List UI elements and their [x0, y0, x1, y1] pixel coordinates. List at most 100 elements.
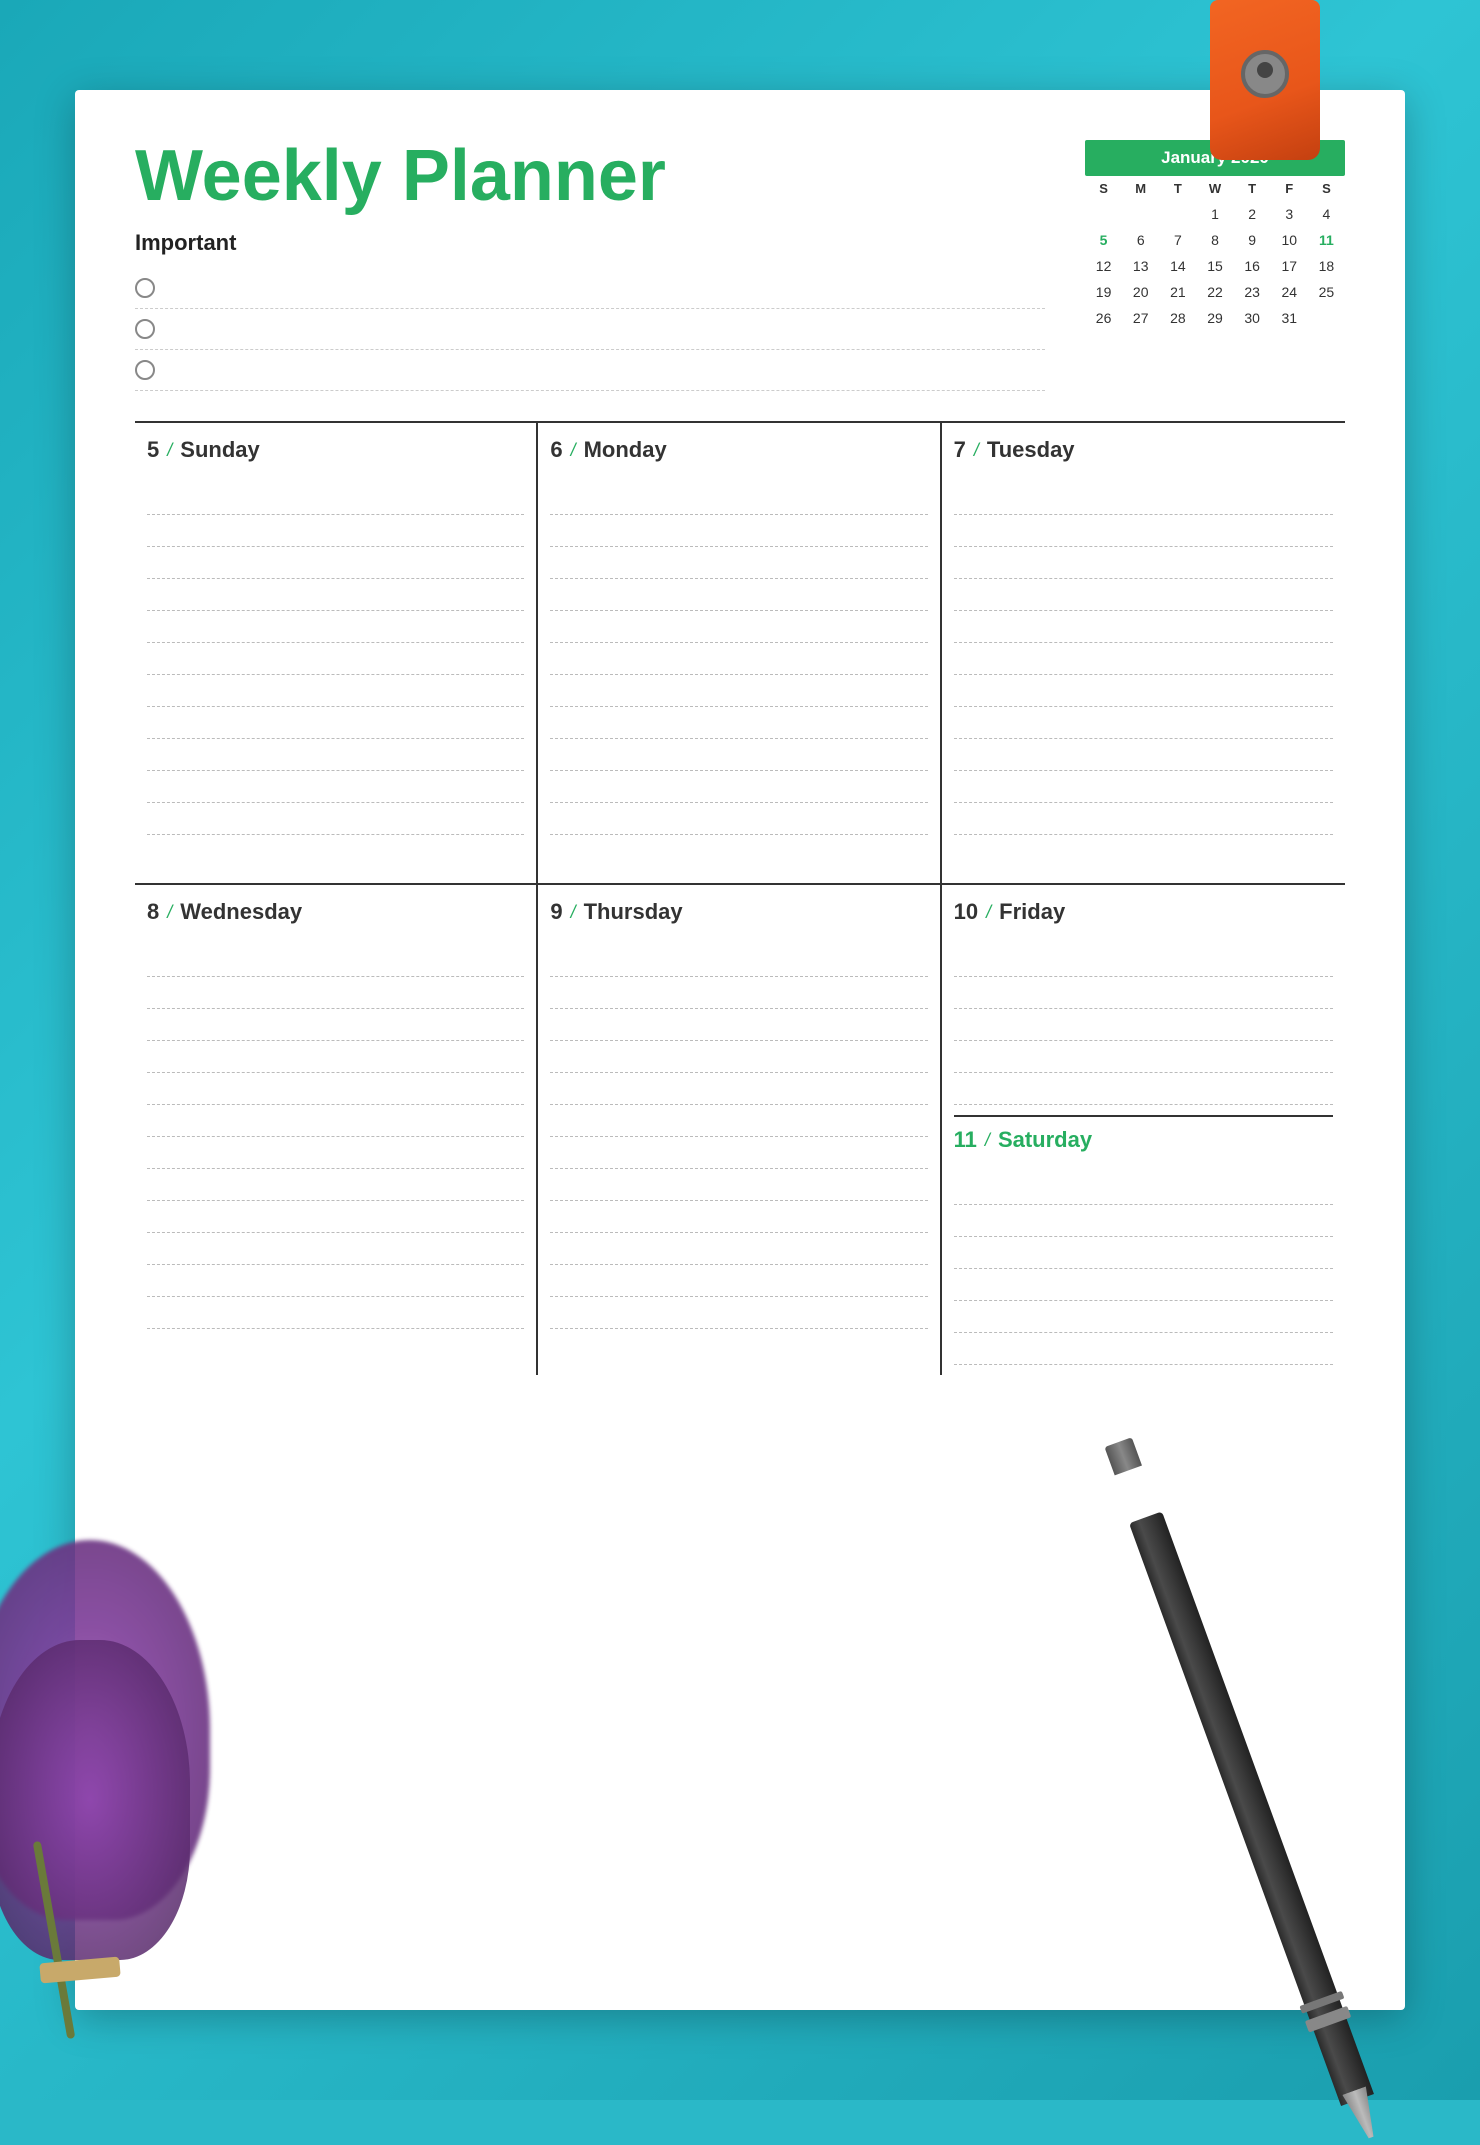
line [954, 1073, 1333, 1105]
day-cell-tuesday: 7 / Tuesday [942, 423, 1345, 883]
cal-day-12: 12 [1085, 253, 1122, 279]
day-cell-friday-saturday: 10 / Friday 11 / [942, 885, 1345, 1375]
line [550, 1233, 927, 1265]
line [954, 547, 1333, 579]
line [147, 1041, 524, 1073]
cal-day-7: 7 [1159, 227, 1196, 253]
cal-day-30: 30 [1234, 305, 1271, 331]
days-section: 5 / Sunday [135, 421, 1345, 1375]
cal-header-s1: S [1085, 176, 1122, 201]
cal-header-m: M [1122, 176, 1159, 201]
cal-day-11: 11 [1308, 227, 1345, 253]
line [147, 803, 524, 835]
day-lines-thursday [550, 945, 927, 1329]
line [147, 945, 524, 977]
line [550, 1009, 927, 1041]
line [550, 547, 927, 579]
day-slash-monday: / [571, 440, 576, 461]
day-slash-thursday: / [571, 902, 576, 923]
line [550, 1041, 927, 1073]
cal-day-1: 1 [1196, 201, 1233, 227]
cal-day-27: 27 [1122, 305, 1159, 331]
day-slash-wednesday: / [167, 902, 172, 923]
cal-day-21: 21 [1159, 279, 1196, 305]
line [550, 1105, 927, 1137]
day-lines-friday [954, 945, 1333, 1105]
cal-day-28: 28 [1159, 305, 1196, 331]
title-section: Weekly Planner Important [135, 140, 1045, 391]
day-header-monday: 6 / Monday [550, 437, 927, 469]
line [147, 1169, 524, 1201]
item-line-3 [167, 369, 1045, 371]
day-header-friday: 10 / Friday [954, 899, 1333, 931]
flower-bunch-secondary [0, 1640, 190, 1960]
day-cell-wednesday: 8 / Wednesday [135, 885, 538, 1375]
cal-week-2: 5 6 7 8 9 10 11 [1085, 227, 1345, 253]
line [147, 643, 524, 675]
line [550, 707, 927, 739]
line [147, 611, 524, 643]
cal-week-5: 26 27 28 29 30 31 [1085, 305, 1345, 331]
line [147, 579, 524, 611]
line [147, 1137, 524, 1169]
day-header-wednesday: 8 / Wednesday [147, 899, 524, 931]
day-name-thursday: Thursday [584, 899, 683, 925]
line [147, 1297, 524, 1329]
line [147, 771, 524, 803]
day-header-tuesday: 7 / Tuesday [954, 437, 1333, 469]
cal-day-3: 3 [1271, 201, 1308, 227]
line [550, 1297, 927, 1329]
cal-week-1: 1 2 3 4 [1085, 201, 1345, 227]
line [954, 515, 1333, 547]
day-cell-monday: 6 / Monday [538, 423, 941, 883]
cal-header-t2: T [1234, 176, 1271, 201]
day-slash-friday: / [986, 902, 991, 923]
cal-day-24: 24 [1271, 279, 1308, 305]
checkbox-circle-1[interactable] [135, 278, 155, 298]
cal-day-14: 14 [1159, 253, 1196, 279]
line [954, 579, 1333, 611]
cal-day-19: 19 [1085, 279, 1122, 305]
day-num-sunday: 5 [147, 437, 159, 463]
line [954, 739, 1333, 771]
line [954, 1301, 1333, 1333]
cal-header-f: F [1271, 176, 1308, 201]
line [147, 707, 524, 739]
cal-day-empty-3 [1159, 201, 1196, 227]
line [147, 483, 524, 515]
cal-header-t1: T [1159, 176, 1196, 201]
line [954, 611, 1333, 643]
line [550, 1201, 927, 1233]
line [550, 977, 927, 1009]
line [147, 1009, 524, 1041]
day-lines-wednesday [147, 945, 524, 1329]
days-row-2: 8 / Wednesday [135, 883, 1345, 1375]
line [954, 771, 1333, 803]
day-header-thursday: 9 / Thursday [550, 899, 927, 931]
line [954, 977, 1333, 1009]
lavender-flowers [0, 1540, 250, 2040]
day-num-friday: 10 [954, 899, 978, 925]
line [147, 977, 524, 1009]
cal-day-16: 16 [1234, 253, 1271, 279]
line [147, 1073, 524, 1105]
line [550, 771, 927, 803]
day-header-saturday: 11 / Saturday [954, 1127, 1333, 1159]
cal-day-18: 18 [1308, 253, 1345, 279]
line [954, 1173, 1333, 1205]
line [550, 675, 927, 707]
line [147, 1233, 524, 1265]
line [550, 1137, 927, 1169]
day-cell-thursday: 9 / Thursday [538, 885, 941, 1375]
checkbox-circle-2[interactable] [135, 319, 155, 339]
cal-week-4: 19 20 21 22 23 24 25 [1085, 279, 1345, 305]
item-line-1 [167, 287, 1045, 289]
checkbox-circle-3[interactable] [135, 360, 155, 380]
day-slash-sunday: / [167, 440, 172, 461]
line [954, 1333, 1333, 1365]
line [550, 945, 927, 977]
line [954, 1269, 1333, 1301]
day-cell-sunday: 5 / Sunday [135, 423, 538, 883]
line [954, 675, 1333, 707]
important-items [135, 268, 1045, 391]
